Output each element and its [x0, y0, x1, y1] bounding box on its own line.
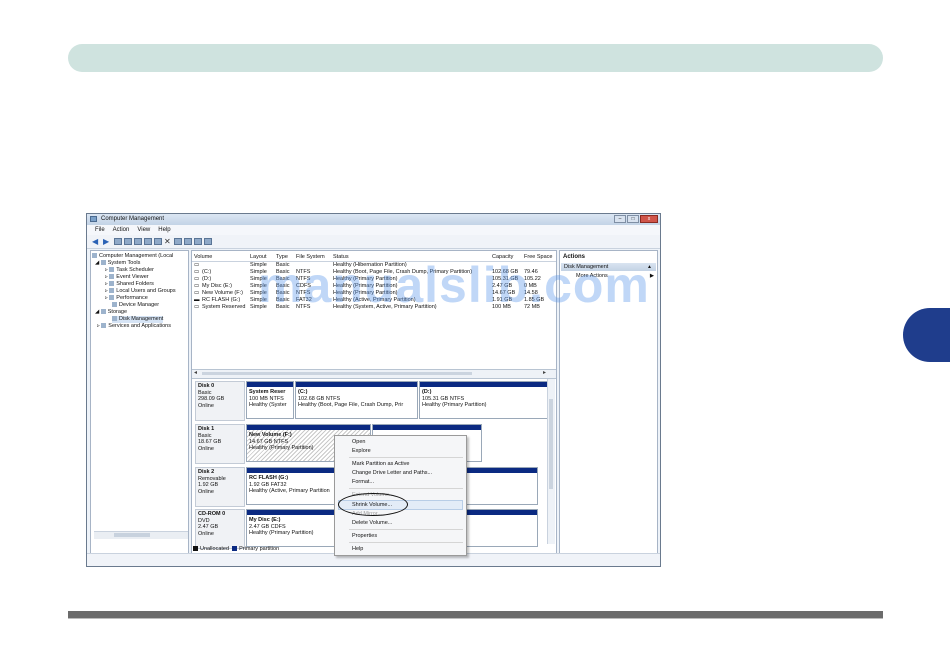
chevron-right-icon: ▶ [650, 273, 654, 279]
partition-c[interactable]: (C:) 102.68 GB NTFS Healthy (Boot, Page … [295, 381, 418, 419]
maximize-button[interactable]: □ [627, 215, 639, 223]
scroll-left-icon[interactable]: ◂ [194, 370, 197, 377]
window-title: Computer Management [101, 216, 165, 222]
tree-item-device-manager[interactable]: Device Manager [112, 302, 159, 309]
menu-view[interactable]: View [137, 225, 150, 235]
menu-file[interactable]: File [95, 225, 105, 235]
watermark: manualslib.com [258, 257, 650, 313]
users-icon [109, 288, 115, 293]
tree-item-performance[interactable]: ▹ Performance [105, 295, 148, 302]
properties-icon[interactable] [154, 238, 162, 245]
partition-system-reserved[interactable]: System Reser 100 MB NTFS Healthy (Syster [246, 381, 294, 419]
partition-d[interactable]: (D:) 105.31 GB NTFS Healthy (Primary Par… [419, 381, 549, 419]
folder-icon [109, 281, 115, 286]
context-menu: Open Explore Mark Partition as Active Ch… [334, 435, 467, 556]
menu-item-change-drive-letter[interactable]: Change Drive Letter and Paths... [352, 469, 432, 477]
search-icon[interactable] [194, 238, 202, 245]
unallocated-swatch [193, 546, 198, 551]
performance-icon [109, 295, 115, 300]
menu-item-help[interactable]: Help [352, 545, 363, 553]
menu-item-delete-volume[interactable]: Delete Volume... [352, 519, 392, 527]
tree-item-shared-folders[interactable]: ▹ Shared Folders [105, 281, 154, 288]
legend: Unallocated Primary partition [193, 546, 279, 552]
menu-item-open[interactable]: Open [352, 438, 365, 446]
menu-separator [349, 488, 463, 489]
console-tree: Computer Management (Local ◢ System Tool… [90, 250, 189, 554]
menu-separator [349, 457, 463, 458]
disk-0-label[interactable]: Disk 0 Basic 298.09 GB Online [195, 381, 245, 421]
up-folder-icon[interactable] [114, 238, 122, 245]
show-hide-tree-icon[interactable] [124, 238, 132, 245]
open-icon[interactable] [174, 238, 182, 245]
scroll-thumb[interactable] [114, 533, 150, 537]
tree-item-local-users[interactable]: ▹ Local Users and Groups [105, 288, 176, 295]
tree-item-task-scheduler[interactable]: ▹ Task Scheduler [105, 267, 154, 274]
menu-separator [349, 542, 463, 543]
forward-arrow-icon[interactable]: ▶ [103, 238, 112, 246]
tree-item-event-viewer[interactable]: ▹ Event Viewer [105, 274, 149, 281]
view-icon[interactable] [144, 238, 152, 245]
event-viewer-icon [109, 274, 115, 279]
footer-rule [68, 611, 883, 619]
menu-separator [349, 529, 463, 530]
clock-icon [109, 267, 115, 272]
disk-1-label[interactable]: Disk 1 Basic 18.67 GB Online [195, 424, 245, 464]
primary-partition-swatch [232, 546, 238, 551]
disk-map-vertical-scrollbar[interactable] [547, 379, 555, 544]
computer-icon [92, 253, 97, 258]
back-arrow-icon[interactable]: ◀ [92, 238, 101, 246]
save-icon[interactable] [184, 238, 192, 245]
menu-item-properties[interactable]: Properties [352, 532, 377, 540]
menu-item-explore[interactable]: Explore [352, 447, 371, 455]
disk-2-label[interactable]: Disk 2 Removable 1.92 GB Online [195, 467, 245, 507]
scroll-thumb[interactable] [549, 399, 553, 489]
menu-item-format[interactable]: Format... [352, 478, 374, 486]
tree-item-computer-management[interactable]: Computer Management (Local [92, 253, 173, 260]
disk-icon [112, 316, 117, 321]
menu-bar: File Action View Help [87, 225, 660, 235]
scroll-right-icon[interactable]: ▸ [543, 370, 546, 377]
col-volume[interactable]: Volume [194, 254, 212, 260]
highlight-ring [338, 493, 408, 516]
storage-icon [100, 309, 106, 314]
delete-icon[interactable]: ✕ [164, 238, 172, 246]
services-icon [101, 323, 107, 328]
tree-item-disk-management[interactable]: Disk Management [112, 316, 164, 323]
title-bar: Computer Management – □ x [87, 214, 660, 225]
computer-management-icon [90, 216, 97, 222]
menu-item-mark-active[interactable]: Mark Partition as Active [352, 460, 409, 468]
close-button[interactable]: x [640, 215, 658, 223]
header-band [68, 44, 883, 72]
toolbar: ◀ ▶ ✕ [87, 235, 660, 249]
tree-horizontal-scrollbar[interactable] [94, 531, 188, 539]
menu-action[interactable]: Action [113, 225, 130, 235]
chapter-tab [903, 308, 950, 362]
disk-0-row: Disk 0 Basic 298.09 GB Online System Res… [195, 381, 549, 421]
volume-list-scrollbar[interactable]: ◂ ▸ [192, 369, 556, 379]
tree-item-system-tools[interactable]: ◢ System Tools [95, 260, 140, 267]
tools-icon [100, 260, 106, 265]
device-manager-icon [112, 302, 117, 307]
cd-rom-0-label[interactable]: CD-ROM 0 DVD 2.47 GB Online [195, 509, 245, 549]
help-icon[interactable] [134, 238, 142, 245]
menu-help[interactable]: Help [158, 225, 170, 235]
tools-icon[interactable] [204, 238, 212, 245]
tree-item-storage[interactable]: ◢ Storage [95, 309, 127, 316]
tree-item-services[interactable]: ▹ Services and Applications [97, 323, 171, 330]
scroll-thumb[interactable] [202, 372, 472, 375]
minimize-button[interactable]: – [614, 215, 626, 223]
